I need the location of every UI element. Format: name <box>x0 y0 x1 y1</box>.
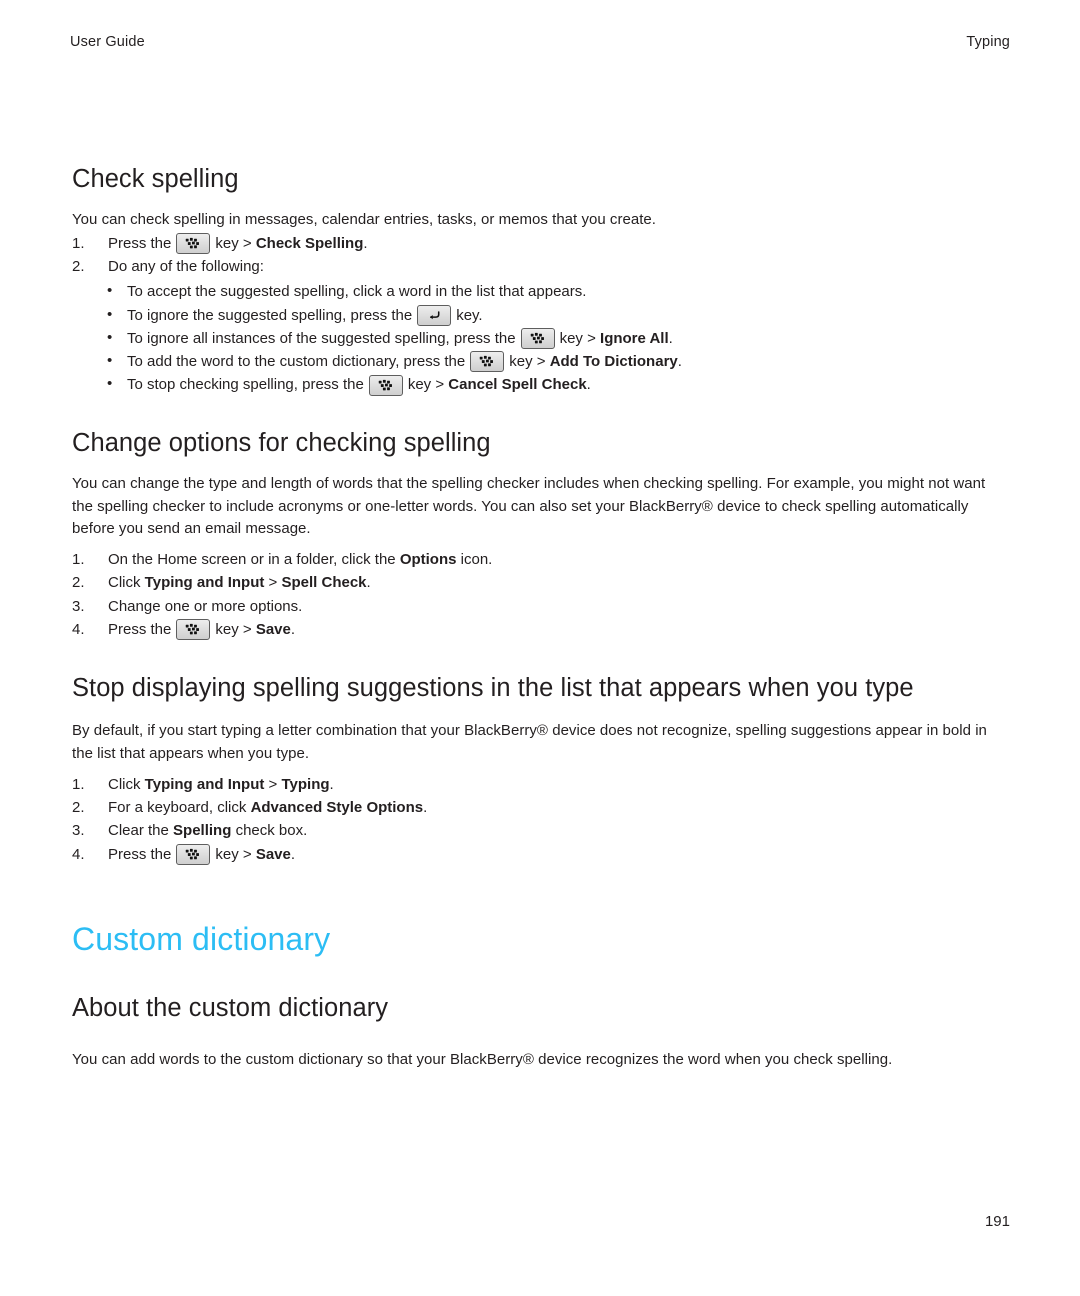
list-item: 3. Clear the Spelling check box. <box>72 819 1010 842</box>
step-text-mid: key > <box>215 620 252 638</box>
step-text-pre: Click <box>108 775 141 793</box>
step-text-bold: Check Spelling <box>255 234 364 252</box>
steps-change-options: 1. On the Home screen or in a folder, cl… <box>72 548 1010 641</box>
paragraph-about-custom-dictionary: You can add words to the custom dictiona… <box>72 1050 893 1068</box>
list-item: 1. On the Home screen or in a folder, cl… <box>72 548 1010 571</box>
header-left-label: User Guide <box>70 34 145 50</box>
step-text-pre: Press the <box>108 234 172 252</box>
escape-back-key-icon <box>417 304 452 326</box>
step-text-pre: On the Home screen or in a folder, click… <box>108 551 396 569</box>
bullet-text-post: . <box>668 329 673 347</box>
bullet-text-post: . <box>677 353 682 371</box>
bullet-text-bold: Ignore All <box>600 329 669 347</box>
blackberry-menu-key-icon <box>176 233 211 255</box>
step-text-pre: For a keyboard, click <box>108 799 247 817</box>
page-number: 191 <box>984 1213 1010 1230</box>
steps-check-spelling: 1. Press the key > Check Spelling . 2. D… <box>72 232 1010 279</box>
step-text-post: icon. <box>460 551 493 569</box>
heading-change-options: Change options for checking spelling <box>72 428 491 457</box>
paragraph-change-options: You can change the type and length of wo… <box>72 474 986 538</box>
step-text-pre: Clear the <box>108 822 169 840</box>
step-number: 1. <box>72 234 85 252</box>
bullet-text-mid: key > <box>509 353 546 371</box>
step-text-mid: key > <box>215 845 252 863</box>
step-text-pre: Press the <box>108 845 172 863</box>
list-item: 4. Press the key > Save . <box>72 618 1010 641</box>
bullet-text-bold: Add To Dictionary <box>549 353 678 371</box>
blackberry-menu-key-icon <box>176 843 211 865</box>
step-text-bold: Save <box>255 845 291 863</box>
step-number: 1. <box>72 551 85 569</box>
step-text-mid: > <box>268 574 278 592</box>
step-text-post: . <box>290 845 296 863</box>
step-text: Change one or more options. <box>108 597 303 615</box>
list-item: To accept the suggested spelling, click … <box>105 279 1010 303</box>
step-number: 2. <box>72 258 85 276</box>
bullet-text-pre: To ignore the suggested spelling, press … <box>127 306 413 324</box>
heading-check-spelling: Check spelling <box>72 165 239 193</box>
list-item: 1. Click Typing and Input > Typing. <box>72 773 1010 796</box>
step-text-pre: Press the <box>108 620 172 638</box>
step-text-post: . <box>366 574 371 592</box>
bullet-text-mid: key. <box>456 306 483 324</box>
bullet-text-bold: Cancel Spell Check <box>448 376 587 394</box>
step-number: 1. <box>72 775 85 793</box>
step-number: 3. <box>72 597 85 615</box>
step-text: Do any of the following: <box>108 258 264 276</box>
list-item: To stop checking spelling, press the <box>105 372 1010 396</box>
bullet-text-mid: key > <box>407 376 445 394</box>
step-number: 4. <box>72 845 85 863</box>
list-item: 1. Press the key > Check Spelling . <box>72 232 1010 255</box>
step-text-mid: key > <box>215 234 252 252</box>
step-text-post: . <box>363 234 368 252</box>
step-number: 2. <box>72 574 85 592</box>
step-text-bold: Typing and Input <box>144 775 265 793</box>
step-text-bold: Advanced Style Options <box>250 799 424 817</box>
step-text-post: check box. <box>235 822 308 840</box>
step-text-post: . <box>290 620 296 638</box>
heading-about-custom-dictionary: About the custom dictionary <box>72 993 389 1022</box>
list-item: To add the word to the custom dictionary… <box>105 349 1010 373</box>
blackberry-menu-key-icon <box>470 351 505 373</box>
list-item: 2. Do any of the following: <box>72 255 1010 278</box>
header-right-label: Typing <box>966 34 1010 50</box>
step-text-bold: Typing and Input <box>144 574 265 592</box>
bullet-text: To accept the suggested spelling, click … <box>127 283 587 301</box>
chapter-title-custom-dictionary: Custom dictionary <box>72 920 331 957</box>
bullet-text-pre: To ignore all instances of the suggested… <box>127 329 516 347</box>
bullet-text-pre: To add the word to the custom dictionary… <box>127 353 466 371</box>
step-text-bold: Save <box>255 620 291 638</box>
steps-stop-displaying: 1. Click Typing and Input > Typing. 2. F… <box>72 773 1010 866</box>
step-text-bold: Options <box>399 551 457 569</box>
step-text-bold2: Typing <box>281 775 330 793</box>
list-item: 2. Click Typing and Input > Spell Check. <box>72 571 1010 594</box>
step-number: 4. <box>72 620 85 638</box>
blackberry-menu-key-icon <box>176 619 211 641</box>
step-text-post: . <box>423 799 428 817</box>
document-page: User Guide Typing Check spelling You can… <box>0 0 1080 1296</box>
step-number: 3. <box>72 822 85 840</box>
step-text-bold2: Spell Check <box>281 574 367 592</box>
step-text-bold: Spelling <box>173 822 232 840</box>
step-text-pre: Click <box>108 574 141 592</box>
bullets-check-spelling: To accept the suggested spelling, click … <box>72 279 1010 396</box>
list-item: 3. Change one or more options. <box>72 595 1010 618</box>
list-item: To ignore all instances of the suggested… <box>105 326 1010 350</box>
blackberry-menu-key-icon <box>520 328 555 350</box>
list-item: 2. For a keyboard, click Advanced Style … <box>72 796 1010 819</box>
heading-stop-displaying: Stop displaying spelling suggestions in … <box>72 674 914 703</box>
list-item: 4. Press the key > Save . <box>72 843 1010 866</box>
list-item: To ignore the suggested spelling, press … <box>105 303 1010 327</box>
step-text-post: . <box>329 775 334 793</box>
bullet-text-post: . <box>586 376 591 394</box>
blackberry-menu-key-icon <box>368 374 403 396</box>
bullet-text-pre: To stop checking spelling, press the <box>127 376 364 394</box>
step-text-mid: > <box>268 775 278 793</box>
page-content: Check spelling You can check spelling in… <box>72 163 1010 1072</box>
paragraph-stop-displaying: By default, if you start typing a letter… <box>72 722 987 763</box>
bullet-text-mid: key > <box>559 329 596 347</box>
running-header: User Guide Typing <box>70 34 1010 50</box>
step-number: 2. <box>72 799 85 817</box>
paragraph-check-spelling-intro: You can check spelling in messages, cale… <box>72 211 656 229</box>
